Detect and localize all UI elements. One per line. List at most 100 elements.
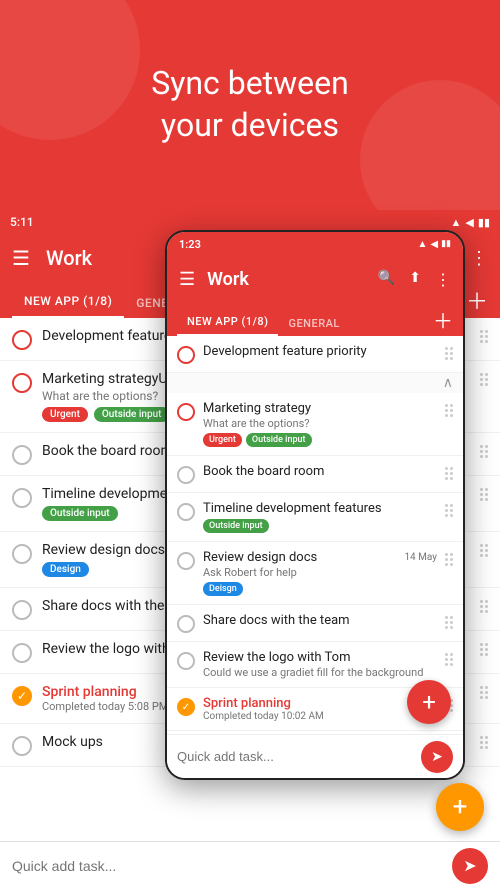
- phone-share-icon[interactable]: ⬆: [409, 270, 421, 289]
- tablet-time: 5:11: [10, 215, 34, 229]
- drag-handle[interactable]: [445, 467, 453, 480]
- list-item: Marketing strategy What are the options?…: [167, 393, 463, 456]
- task-checkbox[interactable]: [12, 600, 32, 620]
- devices-container: 5:11 ▲◀▮▮ ☰ Work 🔍 ⬆ ⋮ NEW APP (1/8) GEN…: [0, 210, 500, 889]
- drag-handle[interactable]: [445, 653, 453, 666]
- collapse-icon[interactable]: ∧: [443, 375, 453, 391]
- phone-task-title-sprint: Sprint planning: [203, 696, 437, 711]
- list-item: Review design docs 14 May Ask Robert for…: [167, 542, 463, 605]
- tablet-send-button[interactable]: ➤: [452, 848, 488, 884]
- drag-handle[interactable]: [480, 542, 488, 557]
- drag-handle[interactable]: [480, 684, 488, 699]
- list-item: Development feature priority: [167, 336, 463, 373]
- phone-task-subtitle: Ask Robert for help: [203, 566, 437, 579]
- drag-handle[interactable]: [480, 328, 488, 343]
- task-checkbox[interactable]: [12, 330, 32, 350]
- drag-handle[interactable]: [445, 504, 453, 517]
- drag-handle[interactable]: [480, 486, 488, 501]
- phone-task-checkbox[interactable]: [177, 652, 195, 670]
- task-checkbox[interactable]: [12, 736, 32, 756]
- tablet-menu-icon[interactable]: ☰: [12, 246, 30, 270]
- phone-task-date: 14 May: [404, 552, 437, 563]
- phone-task-subtitle: What are the options?: [203, 417, 437, 430]
- phone-task-subtitle: Completed today 10:02 AM: [203, 711, 437, 722]
- task-checkbox[interactable]: [12, 373, 32, 393]
- phone-quick-add-bar: ➤: [167, 734, 463, 778]
- tablet-fab[interactable]: +: [436, 783, 484, 831]
- phone-tab-add[interactable]: ＋: [433, 305, 453, 336]
- phone-task-title: Review design docs: [203, 550, 317, 565]
- drag-handle[interactable]: [445, 347, 453, 360]
- list-item: Share docs with the team: [167, 605, 463, 642]
- drag-handle[interactable]: [480, 371, 488, 386]
- drag-handle[interactable]: [480, 443, 488, 458]
- task-checkbox[interactable]: [12, 445, 32, 465]
- phone-quick-add-input[interactable]: [177, 749, 413, 764]
- phone-time: 1:23: [179, 238, 201, 251]
- tablet-quick-add-input[interactable]: [12, 858, 444, 874]
- phone-task-content: Development feature priority: [203, 344, 437, 359]
- badge-outside: Outside input: [94, 407, 170, 422]
- phone-task-content: Timeline development features Outside in…: [203, 501, 437, 533]
- phone-task-checkbox[interactable]: [177, 346, 195, 364]
- phone-search-icon[interactable]: 🔍: [378, 270, 395, 289]
- list-item: Review the logo with Tom Could we use a …: [167, 642, 463, 688]
- phone-toolbar: ☰ Work 🔍 ⬆ ⋮: [167, 256, 463, 302]
- list-item: Book the board room: [167, 456, 463, 493]
- badge-urgent: Urgent: [42, 407, 88, 422]
- drag-handle[interactable]: [445, 616, 453, 629]
- badge-design: Deisgn: [203, 582, 243, 596]
- phone-tabs: NEW APP (1/8) GENERAL ＋: [167, 302, 463, 336]
- task-checkbox[interactable]: [12, 544, 32, 564]
- phone-task-subtitle: Could we use a gradiet fill for the back…: [203, 666, 437, 679]
- phone-task-badges: Urgent Outside input: [203, 433, 437, 447]
- phone-tab-general[interactable]: GENERAL: [278, 311, 349, 336]
- tablet-status-icons: ▲◀▮▮: [451, 216, 490, 229]
- phone-task-checkbox[interactable]: [177, 503, 195, 521]
- phone-task-checkbox[interactable]: [177, 403, 195, 421]
- phone-screen: 1:23 ▲◀▮▮ ☰ Work 🔍 ⬆ ⋮ NEW APP (1/8) GEN…: [165, 230, 465, 780]
- hero-circle-right: [360, 80, 500, 210]
- tablet-tab-add[interactable]: ＋: [466, 292, 488, 318]
- badge-outside: Outside input: [203, 519, 269, 533]
- phone-statusbar: 1:23 ▲◀▮▮: [167, 232, 463, 256]
- phone-status-icons: ▲◀▮▮: [417, 239, 451, 250]
- badge-urgent: Urgent: [203, 433, 242, 447]
- hero-circle-left: [0, 0, 140, 140]
- phone-task-checkbox[interactable]: [177, 552, 195, 570]
- phone-task-content: Share docs with the team: [203, 613, 437, 628]
- tablet-tab-newapp[interactable]: NEW APP (1/8): [12, 286, 124, 318]
- phone-task-checkbox[interactable]: [177, 466, 195, 484]
- phone-task-checkbox[interactable]: [177, 615, 195, 633]
- hero-section: Sync between your devices: [0, 0, 500, 210]
- phone-task-title: Share docs with the team: [203, 613, 437, 628]
- phone-task-content: Sprint planning Completed today 10:02 AM: [203, 696, 437, 722]
- phone-action-icons: 🔍 ⬆ ⋮: [378, 270, 451, 289]
- phone-task-title: Timeline development features: [203, 501, 437, 516]
- drag-handle[interactable]: [480, 641, 488, 656]
- task-checkbox-checked[interactable]: [12, 686, 32, 706]
- tablet-quick-add-bar: ➤: [0, 841, 500, 889]
- drag-handle[interactable]: [480, 734, 488, 749]
- drag-handle[interactable]: [480, 598, 488, 613]
- phone-tab-newapp[interactable]: NEW APP (1/8): [177, 309, 278, 336]
- phone-task-content: Review the logo with Tom Could we use a …: [203, 650, 437, 679]
- badge-outside: Outside input: [42, 506, 118, 521]
- phone-send-button[interactable]: ➤: [421, 741, 453, 773]
- tablet-more-icon[interactable]: ⋮: [470, 248, 488, 269]
- phone-task-badges: Outside input: [203, 519, 437, 533]
- phone-task-title: Marketing strategy: [203, 401, 437, 416]
- phone-more-icon[interactable]: ⋮: [435, 270, 451, 289]
- badge-outside: Outside input: [246, 433, 312, 447]
- phone-task-checkbox-checked[interactable]: [177, 698, 195, 716]
- badge-design: Design: [42, 562, 89, 577]
- phone-title: Work: [207, 269, 366, 290]
- phone-menu-icon[interactable]: ☰: [179, 269, 195, 290]
- section-divider: ∧: [167, 373, 463, 393]
- phone-task-title: Book the board room: [203, 464, 437, 479]
- task-checkbox[interactable]: [12, 488, 32, 508]
- phone-fab[interactable]: +: [407, 680, 451, 724]
- drag-handle[interactable]: [445, 404, 453, 417]
- drag-handle[interactable]: [445, 553, 453, 566]
- task-checkbox[interactable]: [12, 643, 32, 663]
